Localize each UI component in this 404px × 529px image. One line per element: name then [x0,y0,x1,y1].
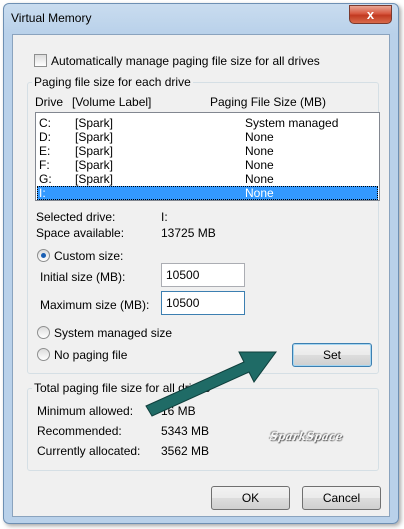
selected-drive-label: Selected drive: [36,210,116,224]
volume-column-header: [Volume Label] [72,95,152,109]
initial-size-input[interactable]: 10500 [161,263,245,287]
drive-letter: D: [39,130,51,144]
no-paging-radio[interactable] [37,348,50,361]
drive-letter: F: [39,158,50,172]
drive-row-e[interactable]: E: [Spark] None [37,144,378,158]
title-bar[interactable]: Virtual Memory x [4,4,398,34]
selected-drive-value: I: [161,210,168,224]
drive-row-f[interactable]: F: [Spark] None [37,158,378,172]
set-button[interactable]: Set [292,343,372,367]
annotation-arrow-icon [145,351,277,417]
dialog-body: Automatically manage paging file size fo… [12,34,390,517]
drive-list[interactable]: C: [Spark] System managed D: [Spark] Non… [35,112,380,201]
volume-label: [Spark] [75,172,114,186]
minimum-allowed-label: Minimum allowed: [37,404,134,418]
no-paging-label[interactable]: No paging file [54,348,127,362]
paging-group-title: Paging file size for each drive [32,75,193,89]
close-button[interactable]: x [349,5,392,24]
recommended-value: 5343 MB [161,424,210,438]
size-column-header: Paging File Size (MB) [210,95,327,109]
watermark-logo: SparkSpace [269,430,344,443]
drive-row-d[interactable]: D: [Spark] None [37,130,378,144]
space-available-label: Space available: [36,226,125,240]
auto-manage-checkbox[interactable] [34,54,47,67]
recommended-label: Recommended: [37,424,122,438]
drive-row-c[interactable]: C: [Spark] System managed [37,116,378,130]
maximum-size-input[interactable]: 10500 [161,291,245,315]
drive-letter: E: [39,144,51,158]
volume-label: [Spark] [75,158,114,172]
space-available-value: 13725 MB [161,226,216,240]
volume-label: [Spark] [75,144,114,158]
paging-size: None [245,158,274,172]
auto-manage-label[interactable]: Automatically manage paging file size fo… [51,54,320,68]
paging-size: None [245,130,274,144]
close-icon: x [366,7,375,22]
drive-letter: C: [39,116,51,130]
cancel-button[interactable]: Cancel [302,486,381,510]
volume-label: [Spark] [75,130,114,144]
window-title: Virtual Memory [11,11,92,25]
volume-label: [Spark] [75,116,114,130]
custom-size-label[interactable]: Custom size: [54,249,123,263]
currently-allocated-value: 3562 MB [161,444,210,458]
paging-size: None [245,186,274,200]
currently-allocated-label: Currently allocated: [37,444,141,458]
virtual-memory-dialog: Virtual Memory x Automatically manage pa… [3,3,399,524]
drive-letter: G: [39,172,52,186]
drive-row-g[interactable]: G: [Spark] None [37,172,378,186]
drive-row-i[interactable]: I: None [37,186,378,200]
system-managed-radio[interactable] [37,326,50,339]
paging-size: System managed [245,116,339,130]
drive-column-header: Drive [35,95,64,109]
ok-button[interactable]: OK [211,486,290,510]
custom-size-radio[interactable] [37,249,50,262]
paging-size: None [245,144,274,158]
maximum-size-label: Maximum size (MB): [40,298,150,312]
paging-size: None [245,172,274,186]
drive-letter: I: [39,186,46,200]
initial-size-label: Initial size (MB): [40,270,126,284]
